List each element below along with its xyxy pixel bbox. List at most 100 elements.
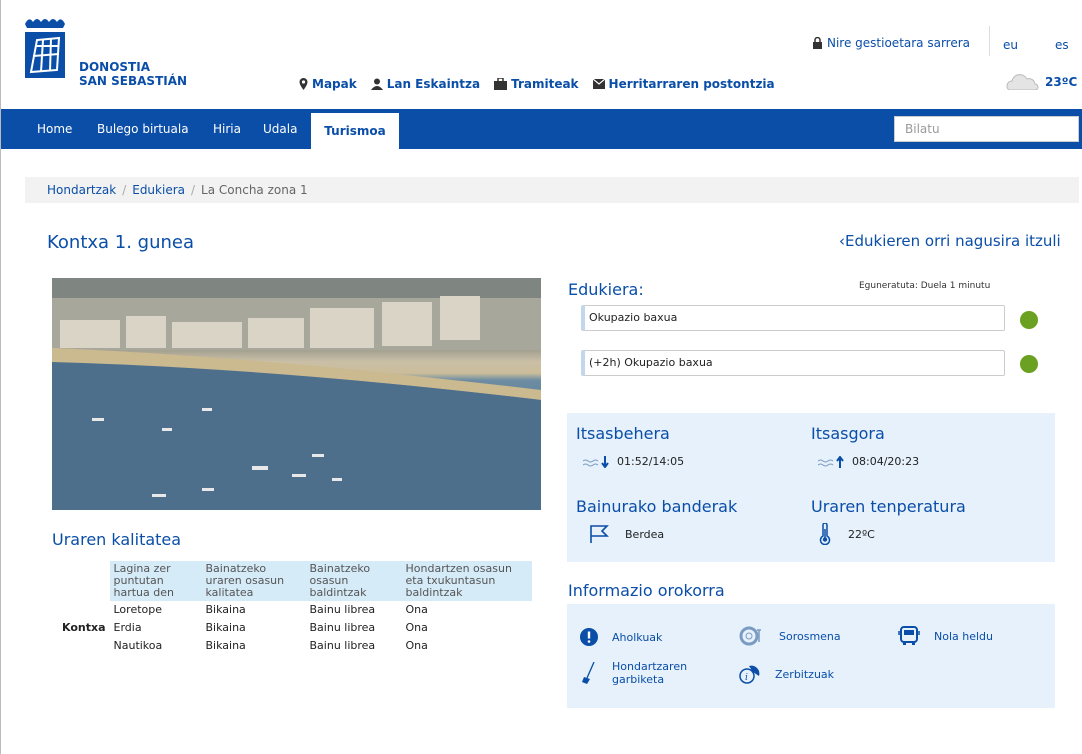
lifeguard-label: Sorosmena bbox=[779, 629, 841, 643]
services-link[interactable]: i Zerbitzuak bbox=[739, 664, 834, 684]
table-cell: Nautikoa bbox=[113, 639, 163, 652]
breadcrumb-hondartzak[interactable]: Hondartzak bbox=[47, 183, 116, 197]
cloud-icon bbox=[1006, 74, 1039, 90]
nav-turismoa[interactable]: Turismoa bbox=[311, 113, 399, 149]
thermometer-icon bbox=[819, 523, 831, 545]
nav-bulego-birtuala[interactable]: Bulego birtuala bbox=[97, 109, 189, 149]
table-cell: Ona bbox=[405, 639, 428, 652]
low-tide-times: 01:52/14:05 bbox=[617, 455, 685, 468]
flag-color: Berdea bbox=[625, 527, 665, 541]
lang-es[interactable]: es bbox=[1055, 38, 1069, 52]
table-row: Kontxa Erdia Bikaina Bainu librea Ona bbox=[58, 619, 532, 637]
city-logo[interactable] bbox=[23, 16, 67, 82]
status-dot-now bbox=[1020, 311, 1038, 329]
mail-icon bbox=[592, 79, 605, 89]
info-icon: i bbox=[739, 665, 760, 684]
maps-label: Mapak bbox=[312, 77, 357, 91]
water-quality-table: Lagina zer puntutan hartua den Bainatzek… bbox=[58, 561, 532, 655]
city-name: DONOSTIA SAN SEBASTIÁN bbox=[79, 60, 187, 88]
person-icon bbox=[370, 78, 383, 90]
water-temp-title: Uraren tenperatura bbox=[811, 497, 966, 516]
weather-widget: 23ºC bbox=[1005, 74, 1077, 90]
nav-udala[interactable]: Udala bbox=[263, 109, 297, 149]
jobs-label: Lan Eskaintza bbox=[386, 77, 481, 91]
nav-home[interactable]: Home bbox=[37, 109, 72, 149]
divider bbox=[989, 26, 990, 56]
general-info-panel: Aholkuak Sorosmena Nola heldu Hondartzar… bbox=[567, 604, 1055, 708]
broom-icon bbox=[582, 662, 595, 684]
table-row: Nautikoa Bikaina Bainu librea Ona bbox=[58, 637, 532, 655]
water-temp-value: 22ºC bbox=[818, 523, 875, 545]
alert-icon bbox=[580, 628, 598, 646]
login-link[interactable]: Nire gestioetara sarrera bbox=[812, 36, 970, 50]
page-title: Kontxa 1. gunea bbox=[47, 232, 195, 253]
column-header: Lagina zer puntutan hartua den bbox=[109, 561, 202, 601]
wave-up-icon bbox=[818, 455, 844, 468]
low-tide-value: 01:52/14:05 bbox=[583, 455, 684, 468]
table-cell: Loretope bbox=[113, 603, 163, 616]
lifeguard-link[interactable]: Sorosmena bbox=[739, 626, 841, 646]
flags-title: Bainurako banderak bbox=[576, 497, 738, 516]
table-cell: Erdia bbox=[113, 621, 142, 634]
table-cell bbox=[58, 601, 110, 619]
how-to-get-label: Nola heldu bbox=[934, 629, 994, 643]
table-cell: Bikaina bbox=[205, 639, 246, 652]
occupancy-plus-2h: (+2h) Okupazio baxua bbox=[581, 350, 1005, 376]
advice-label: Aholkuak bbox=[612, 630, 663, 644]
login-label: Nire gestioetara sarrera bbox=[827, 36, 971, 50]
quick-links: Mapak Lan Eskaintza Tramiteak Herritarra… bbox=[299, 77, 775, 91]
table-cell: Ona bbox=[405, 621, 428, 634]
high-tide-times: 08:04/20:23 bbox=[852, 455, 920, 468]
table-cell: Ona bbox=[405, 603, 428, 616]
high-tide-value: 08:04/20:23 bbox=[818, 455, 919, 468]
weather-temp: 23ºC bbox=[1045, 75, 1078, 89]
bus-icon bbox=[898, 626, 920, 645]
water-temp: 22ºC bbox=[848, 527, 875, 541]
back-link[interactable]: ‹Edukieren orri nagusira itzuli bbox=[839, 232, 1061, 250]
updated-timestamp: Eguneratuta: Duela 1 minutu bbox=[859, 281, 991, 291]
procedures-label: Tramiteak bbox=[511, 77, 579, 91]
breadcrumb-separator: / bbox=[191, 183, 196, 197]
jobs-link[interactable]: Lan Eskaintza bbox=[370, 77, 481, 91]
column-header: Hondartzen osasun eta txukuntasun baldin… bbox=[401, 561, 532, 601]
search-input[interactable] bbox=[894, 116, 1079, 142]
advice-link[interactable]: Aholkuak bbox=[580, 628, 662, 646]
maps-link[interactable]: Mapak bbox=[299, 77, 357, 91]
beach-cleaning-link[interactable]: Hondartzaren garbiketa bbox=[580, 660, 706, 686]
low-tide-title: Itsasbehera bbox=[576, 424, 670, 443]
city-name-line1: DONOSTIA bbox=[79, 60, 150, 74]
nav-hiria[interactable]: Hiria bbox=[213, 109, 241, 149]
table-corner-cell bbox=[58, 561, 110, 601]
map-pin-icon bbox=[299, 78, 308, 90]
occupancy-now: Okupazio baxua bbox=[581, 305, 1005, 331]
breadcrumb-edukiera[interactable]: Edukiera bbox=[132, 183, 185, 197]
column-header: Bainatzeko osasun baldintzak bbox=[305, 561, 402, 601]
high-tide-title: Itsasgora bbox=[811, 424, 885, 443]
table-cell: Bainu librea bbox=[309, 621, 376, 634]
back-link-label: Edukieren orri nagusira itzuli bbox=[845, 232, 1061, 250]
breadcrumb-current: La Concha zona 1 bbox=[201, 183, 308, 197]
beach-cleaning-label: Hondartzaren garbiketa bbox=[612, 660, 706, 686]
general-info-title: Informazio orokorra bbox=[568, 581, 725, 600]
lang-eu[interactable]: eu bbox=[1003, 38, 1018, 52]
beach-cleaning-label-text: Hondartzaren garbiketa bbox=[612, 660, 688, 686]
table-cell: Bainu librea bbox=[309, 603, 376, 616]
table-cell: Bikaina bbox=[205, 603, 246, 616]
column-header: Bainatzeko uraren osasun kalitatea bbox=[201, 561, 306, 601]
beach-webcam-image bbox=[52, 278, 541, 510]
lifebuoy-icon bbox=[739, 626, 761, 646]
occupancy-title: Edukiera: bbox=[568, 280, 644, 299]
mailbox-label: Herritarraren postontzia bbox=[608, 77, 775, 91]
flags-value: Berdea bbox=[589, 525, 664, 543]
flag-icon bbox=[590, 525, 609, 543]
mailbox-link[interactable]: Herritarraren postontzia bbox=[592, 77, 775, 91]
table-cell bbox=[58, 637, 110, 655]
table-header-row: Lagina zer puntutan hartua den Bainatzek… bbox=[58, 561, 532, 601]
wave-down-icon bbox=[583, 455, 609, 468]
breadcrumb-separator: / bbox=[122, 183, 127, 197]
table-cell: Bikaina bbox=[205, 621, 246, 634]
services-label: Zerbitzuak bbox=[775, 667, 835, 681]
procedures-link[interactable]: Tramiteak bbox=[494, 77, 579, 91]
how-to-get-link[interactable]: Nola heldu bbox=[898, 626, 993, 646]
svg-text:i: i bbox=[745, 673, 748, 683]
